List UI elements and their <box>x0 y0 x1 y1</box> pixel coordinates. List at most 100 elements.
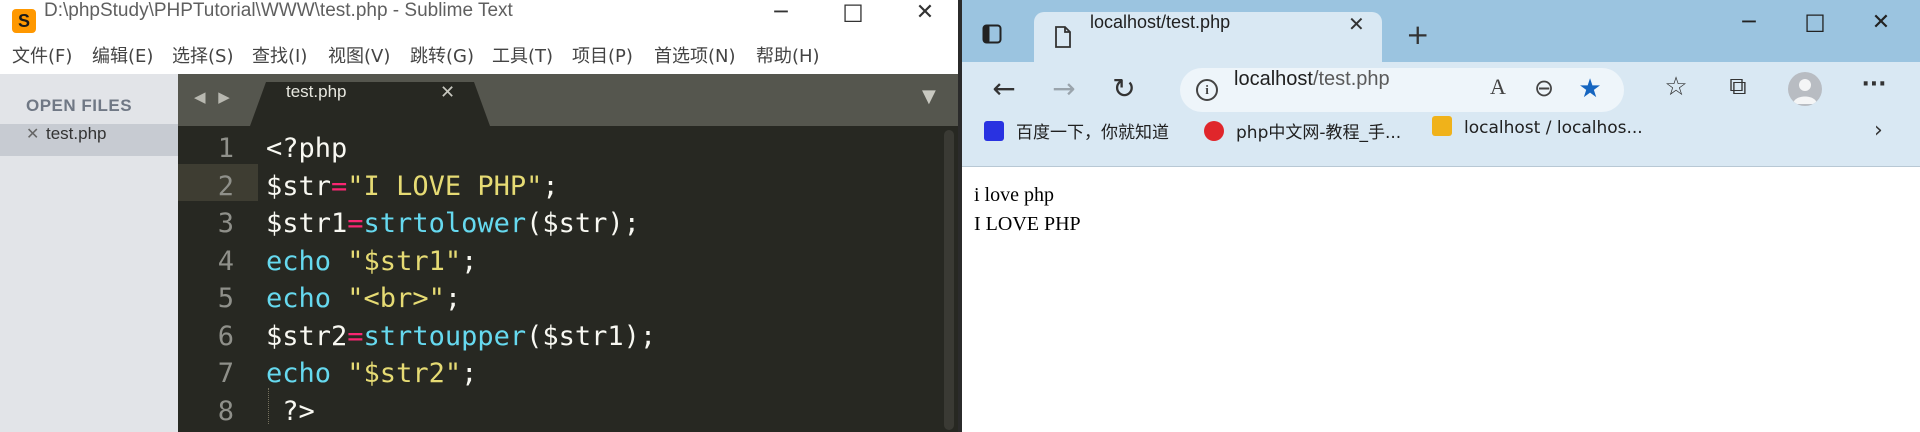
code-token: "<br>" <box>347 283 445 314</box>
line-number: 4 <box>217 245 234 277</box>
code-token: "I LOVE PHP" <box>347 170 543 202</box>
menu-edit[interactable]: 编辑(E) <box>92 42 153 74</box>
code-line-4: echo "$str1"; <box>266 243 477 281</box>
sublime-logo-icon: S <box>12 9 36 33</box>
menu-file[interactable]: 文件(F) <box>12 42 72 74</box>
profile-avatar[interactable] <box>1788 72 1822 106</box>
line-number: 2 <box>217 170 234 202</box>
chevron-right-icon[interactable]: › <box>1874 118 1883 143</box>
code-line-2: $str="I LOVE PHP"; <box>266 168 559 206</box>
collections-icon[interactable]: ⧉ <box>1720 72 1756 108</box>
code-token: strtolower <box>363 208 527 239</box>
tab-close-icon[interactable]: ✕ <box>1348 12 1365 36</box>
close-button[interactable]: ✕ <box>896 0 954 42</box>
minimize-button[interactable]: ─ <box>752 0 810 42</box>
sublime-window: S D:\phpStudy\PHPTutorial\WWW\test.php -… <box>0 0 958 432</box>
tab-nav-arrows-icon[interactable]: ◀ ▶ <box>194 88 234 106</box>
back-button[interactable]: ← <box>986 72 1022 108</box>
favorites-icon[interactable]: ☆ <box>1658 72 1694 108</box>
code-token: "$str2" <box>347 358 462 389</box>
page-icon <box>1055 26 1071 48</box>
menu-preferences[interactable]: 首选项(N) <box>654 42 736 74</box>
page-content: i love php I LOVE PHP <box>962 167 1920 432</box>
line-number: 6 <box>217 320 234 352</box>
code-editor[interactable]: 1 2 3 4 5 6 7 8 <?php $str="I LOVE PHP";… <box>178 126 958 432</box>
output-line: I LOVE PHP <box>974 213 1081 235</box>
browser-tab-active[interactable]: localhost/test.php ✕ <box>1034 12 1382 62</box>
close-button[interactable]: ✕ <box>1852 10 1910 50</box>
code-token: ; <box>542 170 559 202</box>
maximize-button[interactable]: ☐ <box>1786 10 1844 50</box>
minimize-button[interactable]: ─ <box>1720 10 1778 50</box>
code-token: = <box>347 208 364 239</box>
indent-guide <box>268 388 270 424</box>
baidu-icon <box>984 121 1004 141</box>
address-bar[interactable]: i localhost/test.php A ⊖ ★ <box>1180 68 1624 112</box>
new-tab-button[interactable]: + <box>1406 18 1429 52</box>
menu-view[interactable]: 视图(V) <box>328 42 390 74</box>
line-number: 1 <box>217 133 234 164</box>
phpmyadmin-icon <box>1432 116 1452 136</box>
menu-tools[interactable]: 工具(T) <box>492 42 553 74</box>
code-token: <?php <box>266 133 348 164</box>
read-aloud-icon[interactable]: A <box>1482 74 1514 106</box>
menu-selection[interactable]: 选择(S) <box>172 42 233 74</box>
tab-actions-icon[interactable] <box>982 24 1002 44</box>
code-token: ; <box>461 245 478 277</box>
code-token: echo <box>266 358 332 389</box>
site-info-icon[interactable]: i <box>1196 79 1218 101</box>
line-number: 5 <box>217 283 234 314</box>
browser-tab-title: localhost/test.php <box>1090 12 1231 32</box>
tab-bar: ◀ ▶ test.php ✕ ▼ <box>178 74 958 126</box>
line-number: 3 <box>217 208 234 239</box>
favorite-phpmyadmin[interactable]: localhost / localhos... <box>1432 116 1643 166</box>
zoom-icon[interactable]: ⊖ <box>1528 74 1560 106</box>
favorite-php-cn[interactable]: php中文网-教程_手... <box>1204 118 1401 166</box>
code-token: $str2 <box>266 320 348 352</box>
code-token: ($str); <box>526 208 640 239</box>
url-host: localhost <box>1234 68 1313 90</box>
favorite-star-icon[interactable]: ★ <box>1574 74 1606 106</box>
code-token: ; <box>461 358 478 389</box>
code-token: strtoupper <box>363 320 527 352</box>
refresh-button[interactable]: ↻ <box>1106 72 1142 108</box>
tab-dropdown-icon[interactable]: ▼ <box>922 86 936 107</box>
code-token: echo <box>266 245 332 277</box>
code-line-6: $str2=strtoupper($str1); <box>266 318 656 356</box>
line-number: 7 <box>217 358 234 389</box>
maximize-button[interactable]: ☐ <box>824 0 882 42</box>
tab-close-icon[interactable]: ✕ <box>440 82 455 103</box>
code-token: = <box>331 170 348 202</box>
menu-bar: 文件(F) 编辑(E) 选择(S) 查找(I) 视图(V) 跳转(G) 工具(T… <box>0 42 958 74</box>
open-files-header: OPEN FILES <box>26 96 133 115</box>
code-token: ?> <box>266 395 315 427</box>
code-token: = <box>347 320 364 352</box>
code-token: $str1 <box>266 208 348 239</box>
favorites-bar: 百度一下，你就知道 php中文网-教程_手... localhost / loc… <box>962 116 1920 167</box>
menu-goto[interactable]: 跳转(G) <box>410 42 474 74</box>
code-token: echo <box>266 283 332 314</box>
sidebar-file-item[interactable]: ✕ test.php <box>0 124 178 156</box>
browser-window: localhost/test.php ✕ + ─ ☐ ✕ ← → ↻ i loc… <box>962 0 1920 432</box>
code-token: $str <box>266 170 332 202</box>
menu-find[interactable]: 查找(I) <box>252 42 307 74</box>
browser-toolbar: ← → ↻ i localhost/test.php A ⊖ ★ ☆ ⧉ ··· <box>962 62 1920 118</box>
favorite-label: localhost / localhos... <box>1464 118 1643 138</box>
close-file-icon[interactable]: ✕ <box>26 124 39 143</box>
more-options-icon[interactable]: ··· <box>1856 72 1892 108</box>
output-line: i love php <box>974 184 1054 206</box>
favorite-label: 百度一下，你就知道 <box>1016 123 1169 143</box>
url-path: /test.php <box>1312 68 1390 90</box>
tab-test-php[interactable]: test.php ✕ <box>250 82 490 126</box>
editor-scrollbar[interactable] <box>944 130 954 430</box>
sublime-title-bar: S D:\phpStudy\PHPTutorial\WWW\test.php -… <box>0 0 958 42</box>
favorite-label: php中文网-教程_手... <box>1236 123 1402 143</box>
person-icon <box>1793 79 1817 104</box>
sidebar: OPEN FILES ✕ test.php <box>0 74 178 432</box>
favorite-baidu[interactable]: 百度一下，你就知道 <box>984 118 1169 166</box>
tab-label: test.php <box>286 82 347 101</box>
menu-help[interactable]: 帮助(H) <box>756 42 820 74</box>
forward-button[interactable]: → <box>1046 72 1082 108</box>
menu-project[interactable]: 项目(P) <box>572 42 633 74</box>
